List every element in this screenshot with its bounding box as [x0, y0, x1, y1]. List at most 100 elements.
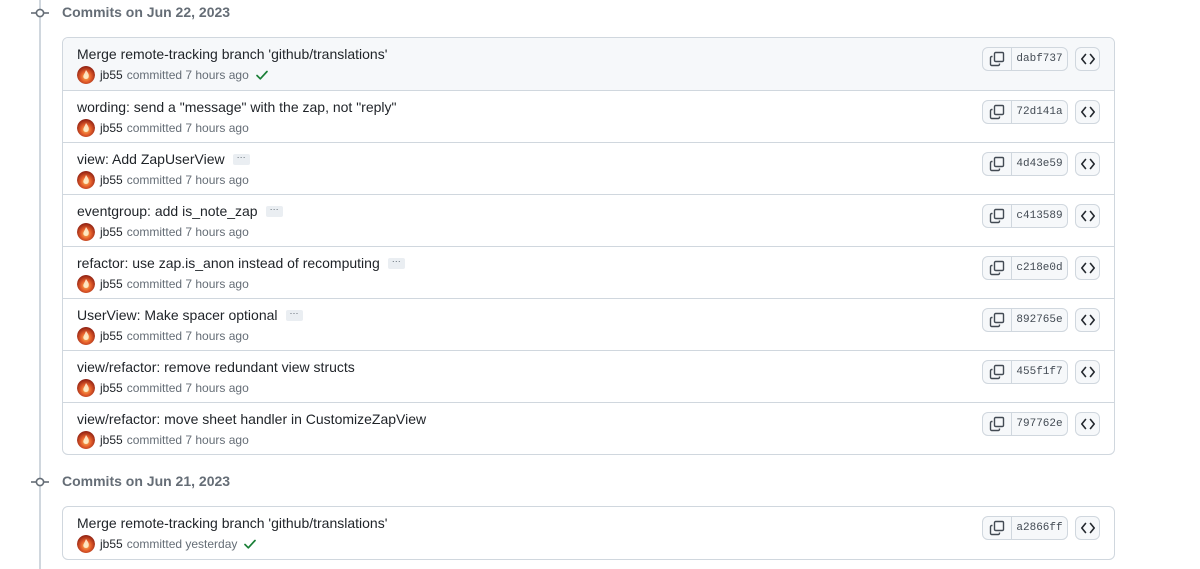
avatar[interactable] [77, 223, 95, 241]
browse-repo-button[interactable] [1075, 204, 1100, 228]
committed-time: committed 7 hours ago [126, 277, 249, 291]
copy-icon [989, 104, 1005, 120]
sha-button-group: a2866ff [982, 516, 1068, 540]
committed-time: committed 7 hours ago [126, 329, 249, 343]
browse-repo-button[interactable] [1075, 152, 1100, 176]
commit-sha-link[interactable]: 4d43e59 [1012, 153, 1067, 175]
copy-sha-button[interactable] [983, 361, 1012, 383]
author-link[interactable]: jb55 [100, 381, 123, 395]
commit-message-link[interactable]: view/refactor: remove redundant view str… [77, 359, 355, 375]
author-link[interactable]: jb55 [100, 68, 123, 82]
copy-sha-button[interactable] [983, 309, 1012, 331]
avatar[interactable] [77, 431, 95, 449]
commit-sha-link[interactable]: 72d141a [1012, 101, 1067, 123]
code-browse-icon [1080, 314, 1095, 326]
git-commit-icon [31, 5, 49, 21]
copy-icon [989, 260, 1005, 276]
code-browse-icon [1080, 53, 1095, 65]
expand-description-button[interactable]: ··· [232, 152, 250, 165]
browse-repo-button[interactable] [1075, 412, 1100, 436]
check-icon[interactable] [243, 537, 257, 551]
committed-time: committed 7 hours ago [126, 173, 249, 187]
code-browse-icon [1080, 522, 1095, 534]
commit-sha-link[interactable]: c218e0d [1012, 257, 1067, 279]
avatar[interactable] [77, 535, 95, 553]
commit-list: Merge remote-tracking branch 'github/tra… [62, 37, 1115, 455]
copy-sha-button[interactable] [983, 257, 1012, 279]
committed-time: committed 7 hours ago [126, 121, 249, 135]
code-browse-icon [1080, 158, 1095, 170]
commit-title: eventgroup: add is_note_zap ··· [77, 203, 283, 219]
copy-sha-button[interactable] [983, 517, 1012, 539]
committed-time: committed 7 hours ago [126, 381, 249, 395]
commit-sha-link[interactable]: a2866ff [1012, 517, 1067, 539]
commit-message-link[interactable]: view: Add ZapUserView [77, 151, 225, 167]
author-link[interactable]: jb55 [100, 173, 123, 187]
sha-button-group: c218e0d [982, 256, 1068, 280]
copy-sha-button[interactable] [983, 101, 1012, 123]
commit-message-link[interactable]: Merge remote-tracking branch 'github/tra… [77, 46, 387, 62]
expand-description-button[interactable]: ··· [285, 308, 303, 321]
browse-repo-button[interactable] [1075, 256, 1100, 280]
copy-sha-button[interactable] [983, 413, 1012, 435]
commit-sha-link[interactable]: c413589 [1012, 205, 1067, 227]
committed-time: committed 7 hours ago [126, 433, 249, 447]
browse-repo-button[interactable] [1075, 47, 1100, 71]
commit-group-header: Commits on Jun 21, 2023 [0, 469, 400, 495]
commit-message-link[interactable]: wording: send a "message" with the zap, … [77, 99, 397, 115]
expand-description-button[interactable]: ··· [265, 204, 283, 217]
avatar[interactable] [77, 119, 95, 137]
author-link[interactable]: jb55 [100, 433, 123, 447]
avatar[interactable] [77, 379, 95, 397]
copy-icon [989, 520, 1005, 536]
author-link[interactable]: jb55 [100, 329, 123, 343]
browse-repo-button[interactable] [1075, 360, 1100, 384]
avatar[interactable] [77, 171, 95, 189]
commit-message-link[interactable]: Merge remote-tracking branch 'github/tra… [77, 515, 387, 531]
commit-meta: jb55 committed 7 hours ago [77, 275, 249, 293]
check-icon[interactable] [255, 68, 269, 82]
commit-sha-link[interactable]: dabf737 [1012, 48, 1067, 70]
copy-sha-button[interactable] [983, 153, 1012, 175]
copy-sha-button[interactable] [983, 48, 1012, 70]
sha-button-group: 4d43e59 [982, 152, 1068, 176]
committed-time: committed 7 hours ago [126, 68, 249, 82]
author-link[interactable]: jb55 [100, 537, 123, 551]
commit-row: wording: send a "message" with the zap, … [63, 90, 1114, 142]
commit-sha-link[interactable]: 892765e [1012, 309, 1067, 331]
sha-button-group: c413589 [982, 204, 1068, 228]
commit-sha-link[interactable]: 455f1f7 [1012, 361, 1067, 383]
browse-repo-button[interactable] [1075, 516, 1100, 540]
commit-meta: jb55 committed 7 hours ago [77, 379, 249, 397]
copy-icon [989, 416, 1005, 432]
commit-title: Merge remote-tracking branch 'github/tra… [77, 46, 387, 62]
avatar[interactable] [77, 327, 95, 345]
code-browse-icon [1080, 262, 1095, 274]
author-link[interactable]: jb55 [100, 277, 123, 291]
commit-title: refactor: use zap.is_anon instead of rec… [77, 255, 405, 271]
commit-message-link[interactable]: refactor: use zap.is_anon instead of rec… [77, 255, 380, 271]
commit-sha-link[interactable]: 797762e [1012, 413, 1067, 435]
author-link[interactable]: jb55 [100, 225, 123, 239]
avatar[interactable] [77, 275, 95, 293]
commit-meta: jb55 committed 7 hours ago [77, 327, 249, 345]
code-browse-icon [1080, 106, 1095, 118]
copy-sha-button[interactable] [983, 205, 1012, 227]
committed-time: committed 7 hours ago [126, 225, 249, 239]
sha-button-group: 455f1f7 [982, 360, 1068, 384]
commit-message-link[interactable]: UserView: Make spacer optional [77, 307, 278, 323]
commit-row: refactor: use zap.is_anon instead of rec… [63, 246, 1114, 298]
commit-message-link[interactable]: view/refactor: move sheet handler in Cus… [77, 411, 426, 427]
copy-icon [989, 156, 1005, 172]
browse-repo-button[interactable] [1075, 100, 1100, 124]
author-link[interactable]: jb55 [100, 121, 123, 135]
avatar[interactable] [77, 66, 95, 84]
commit-list: Merge remote-tracking branch 'github/tra… [62, 506, 1115, 560]
browse-repo-button[interactable] [1075, 308, 1100, 332]
expand-description-button[interactable]: ··· [387, 256, 405, 269]
commit-group-header: Commits on Jun 22, 2023 [0, 0, 400, 26]
commit-meta: jb55 committed 7 hours ago [77, 171, 249, 189]
commit-meta: jb55 committed yesterday [77, 535, 257, 553]
copy-icon [989, 312, 1005, 328]
commit-message-link[interactable]: eventgroup: add is_note_zap [77, 203, 258, 219]
